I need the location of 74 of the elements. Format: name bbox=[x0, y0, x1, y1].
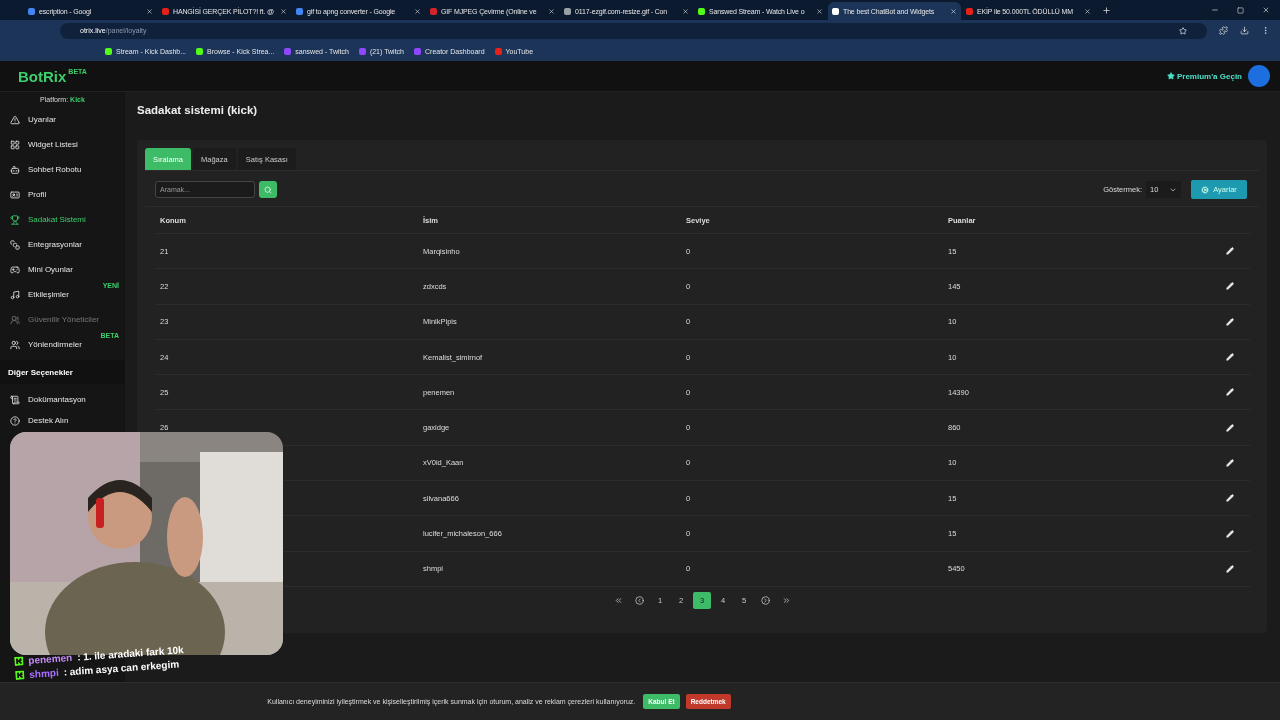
sidebar-item[interactable]: Entegrasyonlar bbox=[0, 232, 125, 257]
page-title: Sadakat sistemi (kick) bbox=[137, 104, 259, 118]
menu-item-icon bbox=[10, 239, 20, 250]
menu-item-icon bbox=[10, 164, 20, 175]
menu-item-icon bbox=[10, 189, 20, 200]
sidebar-item[interactable]: Mini Oyunlar bbox=[0, 257, 125, 282]
pencil-icon bbox=[1226, 247, 1234, 256]
close-icon[interactable] bbox=[950, 7, 957, 15]
star-icon bbox=[1166, 72, 1175, 80]
chevron-left-icon bbox=[634, 595, 644, 605]
edit-button[interactable] bbox=[1226, 353, 1234, 362]
logo[interactable]: BotRix bbox=[18, 67, 67, 85]
pencil-icon bbox=[1226, 494, 1234, 503]
menu-item-icon bbox=[10, 114, 20, 125]
chevron-right-icon bbox=[760, 595, 770, 605]
close-icon[interactable] bbox=[280, 7, 287, 15]
edit-button[interactable] bbox=[1226, 458, 1234, 467]
menu-icon[interactable] bbox=[1261, 26, 1270, 35]
double-chevron-left-icon bbox=[613, 595, 623, 605]
download-icon[interactable] bbox=[1240, 26, 1249, 35]
pencil-icon bbox=[1226, 529, 1234, 538]
chat-username: shmpi bbox=[28, 666, 60, 680]
gear-icon bbox=[1201, 185, 1210, 194]
sidebar-item[interactable]: Uyarılar bbox=[0, 107, 125, 132]
pencil-icon bbox=[1226, 564, 1234, 573]
sidebar-item[interactable]: Destek Alın bbox=[0, 412, 125, 429]
sidebar-item[interactable]: Dokümantasyon bbox=[0, 387, 125, 412]
pencil-icon bbox=[1226, 388, 1234, 397]
menu-item-icon bbox=[10, 314, 20, 325]
menu-item-icon bbox=[10, 339, 20, 350]
avatar[interactable] bbox=[1248, 65, 1270, 87]
edit-button[interactable] bbox=[1226, 388, 1234, 397]
sidebar-item[interactable]: Sohbet Robotu bbox=[0, 157, 125, 182]
kick-icon bbox=[14, 656, 24, 666]
edit-button[interactable] bbox=[1226, 494, 1234, 503]
sidebar-item[interactable]: Widget Listesi bbox=[0, 132, 125, 157]
double-chevron-right-icon bbox=[781, 595, 791, 605]
edit-button[interactable] bbox=[1226, 529, 1234, 538]
edit-button[interactable] bbox=[1226, 317, 1234, 326]
pencil-icon bbox=[1226, 353, 1234, 362]
minimize-icon[interactable] bbox=[1211, 6, 1219, 14]
kick-icon bbox=[15, 670, 25, 680]
close-icon[interactable] bbox=[1084, 7, 1091, 15]
close-icon[interactable] bbox=[414, 7, 421, 15]
pencil-icon bbox=[1226, 282, 1234, 291]
menu-item-icon bbox=[10, 394, 20, 405]
edit-button[interactable] bbox=[1226, 247, 1234, 256]
menu-item-icon bbox=[10, 214, 20, 225]
search-button[interactable] bbox=[259, 181, 277, 198]
menu-item-icon bbox=[10, 415, 20, 426]
close-icon[interactable] bbox=[682, 7, 689, 15]
extensions-icon[interactable] bbox=[1219, 26, 1228, 35]
close-icon[interactable] bbox=[146, 7, 153, 15]
sidebar-item[interactable]: Sadakat Sistemi bbox=[0, 207, 125, 232]
search-icon bbox=[264, 185, 272, 194]
close-icon[interactable] bbox=[816, 7, 823, 15]
pencil-icon bbox=[1226, 458, 1234, 467]
close-icon[interactable] bbox=[548, 7, 555, 15]
pencil-icon bbox=[1226, 423, 1234, 432]
edit-button[interactable] bbox=[1226, 423, 1234, 432]
edit-button[interactable] bbox=[1226, 282, 1234, 291]
maximize-icon[interactable] bbox=[1237, 6, 1244, 14]
new-tab-icon[interactable] bbox=[1102, 5, 1111, 15]
menu-item-icon bbox=[10, 264, 20, 275]
sidebar-item[interactable]: Profil bbox=[0, 182, 125, 207]
premium-link[interactable]: Premium'a Geçin bbox=[1166, 71, 1242, 81]
bookmark-star-icon[interactable] bbox=[1179, 26, 1187, 35]
edit-button[interactable] bbox=[1226, 564, 1234, 573]
pencil-icon bbox=[1226, 317, 1234, 326]
chat-username: penemen bbox=[27, 651, 73, 666]
menu-item-icon bbox=[10, 139, 20, 150]
close-icon[interactable] bbox=[1262, 6, 1270, 14]
menu-item-icon bbox=[10, 289, 20, 300]
section-heading: Diğer Seçenekler bbox=[0, 360, 125, 384]
